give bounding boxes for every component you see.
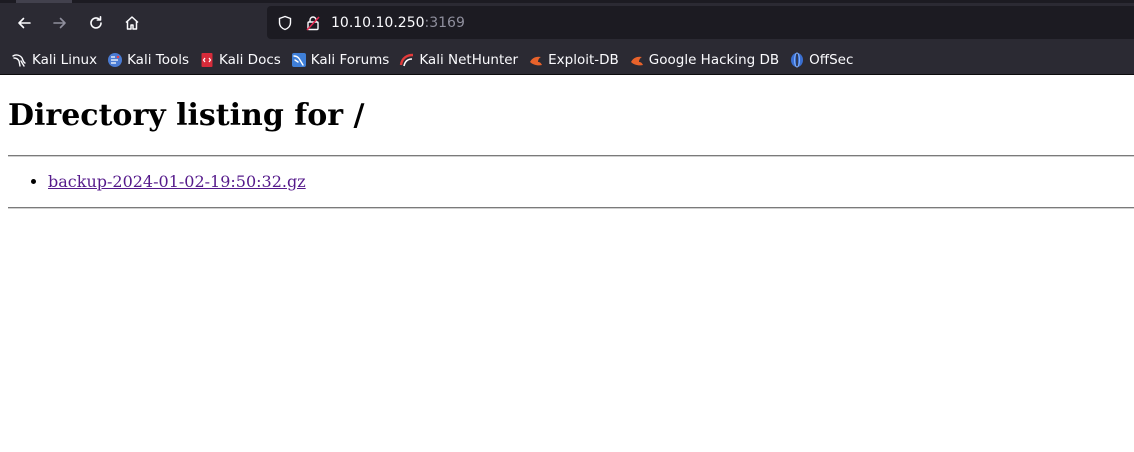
file-link[interactable]: backup-2024-01-02-19:50:32.gz xyxy=(48,172,306,191)
back-button[interactable] xyxy=(6,5,42,41)
arrow-right-icon xyxy=(53,17,66,28)
browser-chrome: 10.10.10.250:3169 Kali Linux Kali Tools … xyxy=(0,0,1134,75)
bookmark-label: Kali Linux xyxy=(32,51,98,68)
bookmark-kali-forums[interactable]: Kali Forums xyxy=(287,48,396,72)
bookmark-kali-tools[interactable]: Kali Tools xyxy=(103,48,195,72)
kali-nethunter-icon xyxy=(400,53,414,66)
nav-toolbar: 10.10.10.250:3169 xyxy=(0,0,1134,45)
active-tab-indicator[interactable] xyxy=(16,0,72,3)
bookmark-kali-linux[interactable]: Kali Linux xyxy=(8,48,103,72)
divider-bottom xyxy=(8,207,1134,209)
url-bar[interactable]: 10.10.10.250:3169 xyxy=(267,6,1134,39)
page-content: Directory listing for / backup-2024-01-0… xyxy=(0,75,1134,209)
google-hacking-db-icon xyxy=(630,56,643,65)
kali-tools-icon xyxy=(108,52,123,67)
file-list: backup-2024-01-02-19:50:32.gz xyxy=(8,157,1134,207)
bookmark-kali-nethunter[interactable]: Kali NetHunter xyxy=(395,48,524,72)
forward-button[interactable] xyxy=(42,5,78,41)
tab-strip xyxy=(0,0,1134,3)
url-host: 10.10.10.250 xyxy=(331,14,425,31)
page-title: Directory listing for / xyxy=(8,98,365,133)
bookmark-label: Kali Forums xyxy=(310,51,390,68)
kali-forums-icon xyxy=(291,52,306,67)
url-text[interactable]: 10.10.10.250:3169 xyxy=(331,15,465,31)
tracking-protection-shield-icon[interactable] xyxy=(277,15,293,31)
bookmark-google-hacking-db[interactable]: Google Hacking DB xyxy=(625,48,785,72)
bookmarks-toolbar: Kali Linux Kali Tools Kali Docs Kali For… xyxy=(0,45,1134,75)
bookmark-label: Kali Tools xyxy=(127,51,189,68)
reload-button[interactable] xyxy=(78,5,114,41)
bookmark-offsec[interactable]: OffSec xyxy=(785,48,859,72)
list-item: backup-2024-01-02-19:50:32.gz xyxy=(48,171,1134,193)
bookmark-label: OffSec xyxy=(809,51,854,68)
offsec-icon xyxy=(791,52,804,67)
exploit-db-icon xyxy=(530,56,543,65)
kali-dragon-icon xyxy=(12,53,26,67)
bookmark-exploit-db[interactable]: Exploit-DB xyxy=(524,48,625,72)
bookmark-label: Exploit-DB xyxy=(548,51,619,68)
bookmark-kali-docs[interactable]: Kali Docs xyxy=(195,48,287,72)
reload-icon xyxy=(90,15,102,29)
insecure-lock-icon[interactable] xyxy=(305,15,321,31)
bookmark-label: Kali NetHunter xyxy=(419,51,519,68)
home-button[interactable] xyxy=(114,5,150,41)
home-icon xyxy=(125,15,139,30)
url-port: :3169 xyxy=(424,14,465,31)
bookmark-label: Kali Docs xyxy=(219,51,281,68)
kali-docs-icon xyxy=(201,52,213,67)
arrow-left-icon xyxy=(18,17,31,28)
bookmark-label: Google Hacking DB xyxy=(648,51,780,68)
